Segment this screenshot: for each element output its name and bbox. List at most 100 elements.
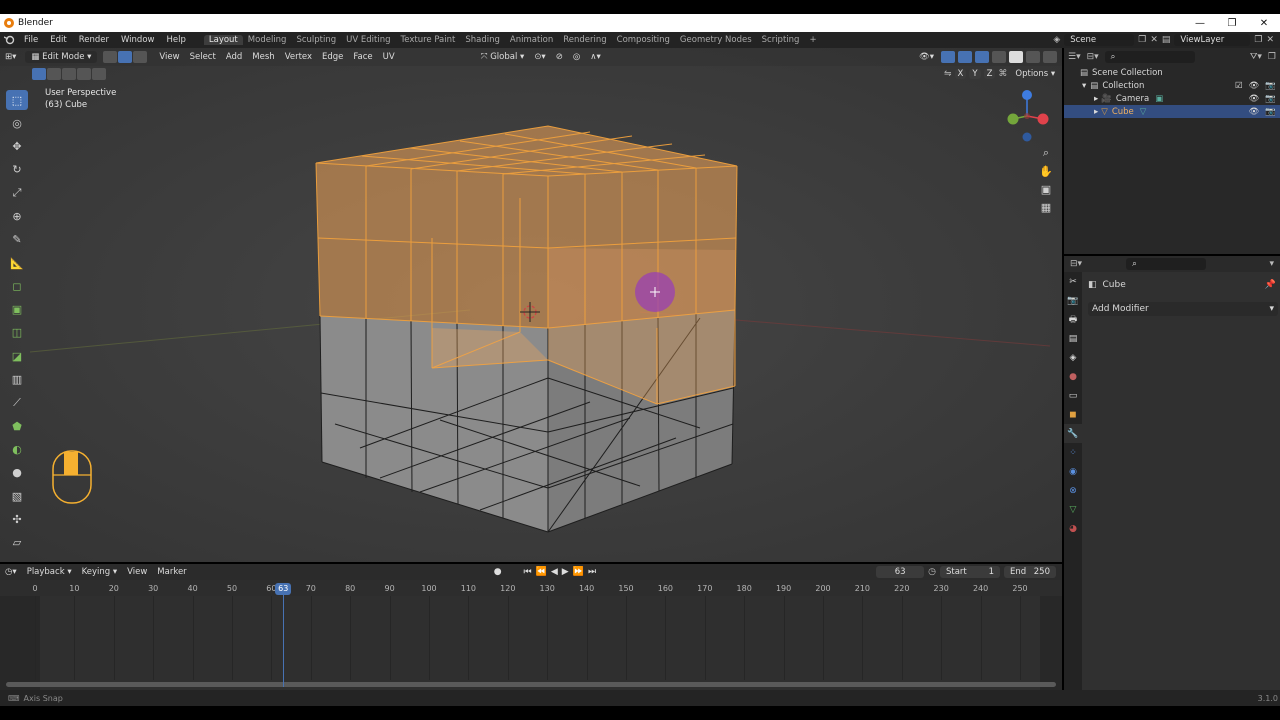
pivot-point-icon[interactable]: ⊙▾ xyxy=(529,51,550,63)
knife-icon[interactable]: ⟋ xyxy=(6,393,28,413)
edge-select-icon[interactable] xyxy=(118,51,133,63)
menu-window[interactable]: Window xyxy=(115,35,161,45)
add-modifier-button[interactable]: Add Modifier ▾ xyxy=(1088,302,1278,316)
rendered-shading-icon[interactable] xyxy=(1043,51,1057,63)
grid-perspective-icon[interactable]: ▦ xyxy=(1037,198,1055,216)
loop-cut-icon[interactable]: ▥ xyxy=(6,370,28,390)
current-frame-field[interactable]: 63 xyxy=(876,566,925,578)
blender-menu-icon[interactable] xyxy=(0,35,18,45)
jump-end-icon[interactable]: ⏭ xyxy=(586,567,598,577)
gizmo-toggle-icon[interactable] xyxy=(941,51,955,63)
workspace-tab-scripting[interactable]: Scripting xyxy=(757,35,805,45)
start-frame-field[interactable]: Start 1 xyxy=(940,566,1000,578)
eye-icon[interactable]: 👁 xyxy=(1249,107,1260,117)
workspace-tab-rendering[interactable]: Rendering xyxy=(558,35,611,45)
playhead-frame-badge[interactable]: 63 xyxy=(275,583,292,595)
snap-icon[interactable]: ⊘ xyxy=(551,51,568,63)
outliner-search-input[interactable]: ⌕ xyxy=(1104,51,1195,63)
proportional-editing-icon[interactable]: ◎ xyxy=(568,51,585,63)
pin-icon[interactable]: 📌 xyxy=(1265,280,1276,290)
properties-editor-icon[interactable]: ⊟▾ xyxy=(1070,259,1082,269)
menu-file[interactable]: File xyxy=(18,35,44,45)
bevel-icon[interactable]: ◪ xyxy=(6,346,28,366)
expand-arrow-icon[interactable]: ▸ xyxy=(1094,107,1098,117)
filter-icon[interactable]: ⛛▾ xyxy=(1250,52,1262,62)
modifier-tab-icon[interactable]: 🔧 xyxy=(1064,424,1082,443)
outliner-row-cube[interactable]: ▸ ▽ Cube ▽ 👁 📷 xyxy=(1064,105,1280,118)
properties-search-input[interactable]: ⌕ xyxy=(1126,258,1207,270)
keying-menu[interactable]: Keying ▾ xyxy=(77,566,123,578)
material-shading-icon[interactable] xyxy=(1026,51,1040,63)
mirror-y-toggle[interactable]: Y xyxy=(969,69,981,79)
menu-vertex[interactable]: Vertex xyxy=(280,51,317,63)
overlay-toggle-icon[interactable] xyxy=(958,51,972,63)
transform-orientation-dropdown[interactable]: ⤧ Global ▾ xyxy=(476,51,530,63)
topology-mirror-icon[interactable]: ⌘ xyxy=(998,69,1007,79)
outliner-editor-icon[interactable]: ☰▾ xyxy=(1068,52,1081,62)
shear-icon[interactable]: ▱ xyxy=(6,533,28,553)
wireframe-shading-icon[interactable] xyxy=(992,51,1006,63)
render-camera-icon[interactable]: 📷 xyxy=(1265,94,1276,104)
menu-face[interactable]: Face xyxy=(348,51,377,63)
object-tab-icon[interactable]: ◼ xyxy=(1064,405,1082,424)
playback-menu[interactable]: Playback ▾ xyxy=(22,566,77,578)
mirror-z-toggle[interactable]: Z xyxy=(983,69,996,79)
menu-mesh[interactable]: Mesh xyxy=(247,51,279,63)
3d-viewport[interactable]: User Perspective (63) Cube ⌕ ✋ ▣ ▦ xyxy=(0,48,1062,562)
end-frame-field[interactable]: End 250 xyxy=(1004,566,1056,578)
menu-uv[interactable]: UV xyxy=(378,51,400,63)
menu-view[interactable]: View xyxy=(154,51,184,63)
viewport-canvas[interactable] xyxy=(0,48,1062,562)
cube-mesh[interactable] xyxy=(315,125,738,533)
play-reverse-icon[interactable]: ◀ xyxy=(549,567,560,577)
view-layer-tab-icon[interactable]: ▤ xyxy=(1064,329,1082,348)
collapse-arrow-icon[interactable]: ▾ xyxy=(1269,259,1274,269)
select-invert-icon[interactable] xyxy=(77,68,91,80)
particles-tab-icon[interactable]: ⁘ xyxy=(1064,443,1082,462)
render-tab-icon[interactable]: 📷 xyxy=(1064,291,1082,310)
mirror-x-toggle[interactable]: X xyxy=(954,69,967,79)
minimize-button[interactable]: — xyxy=(1184,18,1216,29)
visibility-icon[interactable]: 👁▾ xyxy=(914,51,939,63)
collection-tab-icon[interactable]: ▭ xyxy=(1064,386,1082,405)
workspace-tab-compositing[interactable]: Compositing xyxy=(612,35,675,45)
select-new-icon[interactable] xyxy=(32,68,46,80)
new-view-layer-icon[interactable]: ❐ xyxy=(1254,35,1262,45)
display-mode-icon[interactable]: ⊟▾ xyxy=(1087,52,1099,62)
spin-icon[interactable]: ◐ xyxy=(6,439,28,459)
timeline-view-menu[interactable]: View xyxy=(122,566,152,578)
remove-view-layer-icon[interactable]: ✕ xyxy=(1266,35,1274,45)
jump-keyframe-back-icon[interactable]: ⏪ xyxy=(534,567,549,577)
editor-type-icon[interactable]: ⊞▾ xyxy=(0,51,21,63)
menu-render[interactable]: Render xyxy=(73,35,115,45)
rotate-icon[interactable]: ↻ xyxy=(6,160,28,180)
falloff-icon[interactable]: ∧▾ xyxy=(585,51,606,63)
outliner-row-camera[interactable]: ▸ 🎥 Camera ▣ 👁 📷 xyxy=(1064,92,1280,105)
new-collection-icon[interactable]: ❐ xyxy=(1268,52,1276,62)
menu-help[interactable]: Help xyxy=(160,35,191,45)
select-intersect-icon[interactable] xyxy=(92,68,106,80)
move-icon[interactable]: ✥ xyxy=(6,137,28,157)
shrink-icon[interactable]: ✣ xyxy=(6,509,28,529)
close-window-button[interactable]: ✕ xyxy=(1248,18,1280,29)
constraints-tab-icon[interactable]: ⊗ xyxy=(1064,481,1082,500)
play-icon[interactable]: ▶ xyxy=(560,567,571,577)
menu-edge[interactable]: Edge xyxy=(317,51,348,63)
remove-scene-icon[interactable]: ✕ xyxy=(1150,35,1158,45)
jump-start-icon[interactable]: ⏮ xyxy=(522,567,534,577)
mode-selector[interactable]: ▦ Edit Mode ▾ xyxy=(25,51,98,63)
menu-add[interactable]: Add xyxy=(221,51,247,63)
extrude-icon[interactable]: ▣ xyxy=(6,300,28,320)
workspace-tab-animation[interactable]: Animation xyxy=(505,35,558,45)
playhead-line[interactable] xyxy=(283,583,285,687)
menu-edit[interactable]: Edit xyxy=(44,35,72,45)
navigation-gizmo[interactable] xyxy=(1004,86,1060,149)
options-dropdown[interactable]: Options ▾ xyxy=(1010,68,1060,80)
workspace-tab-sculpting[interactable]: Sculpting xyxy=(291,35,341,45)
face-select-icon[interactable] xyxy=(133,51,148,63)
outliner-row-scene-collection[interactable]: ▤ Scene Collection xyxy=(1064,66,1280,79)
measure-icon[interactable]: 📐 xyxy=(6,253,28,273)
workspace-tab-texture-paint[interactable]: Texture Paint xyxy=(396,35,461,45)
maximize-button[interactable]: ❐ xyxy=(1216,18,1248,29)
timeline-ruler[interactable]: 0 10 20 30 40 50 60 70 80 90 100 110 120 130 140 150 160… xyxy=(0,580,1062,596)
